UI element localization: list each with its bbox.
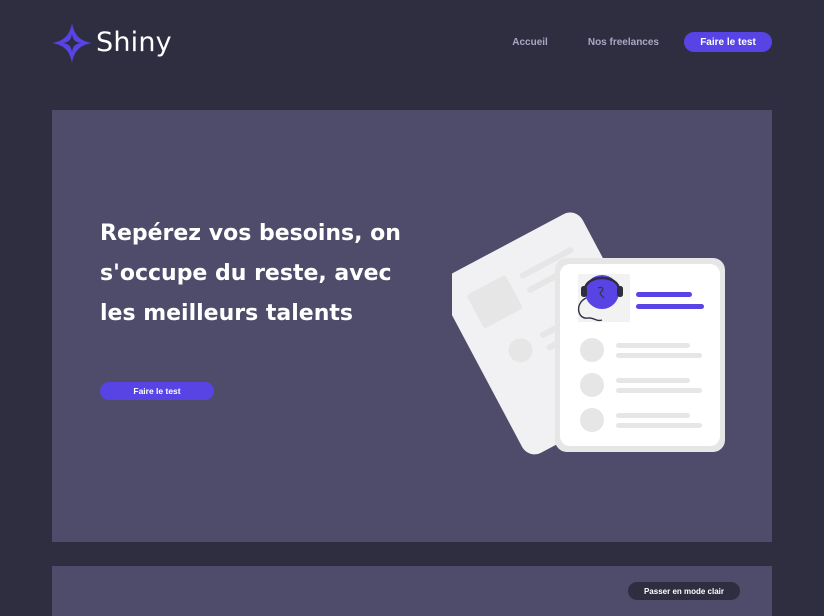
sparkle-logo-icon — [52, 23, 92, 63]
hero-test-button[interactable]: Faire le test — [100, 382, 214, 400]
hero-section: Repérez vos besoins, on s'occupe du rest… — [52, 110, 772, 542]
nav-link-freelances[interactable]: Nos freelances — [588, 37, 659, 48]
top-header: Shiny Accueil Nos freelances Faire le te… — [0, 0, 824, 85]
brand-logo[interactable]: Shiny — [52, 22, 172, 64]
theme-toggle-button[interactable]: Passer en mode clair — [628, 582, 740, 600]
brand-name: Shiny — [96, 26, 172, 58]
profile-cards-illustration — [452, 212, 725, 455]
nav-test-button[interactable]: Faire le test — [684, 32, 772, 52]
hero-title: Repérez vos besoins, on s'occupe du rest… — [100, 221, 401, 326]
nav-link-home[interactable]: Accueil — [512, 37, 548, 48]
main-nav: Accueil Nos freelances Faire le test — [512, 32, 772, 52]
footer-section: Passer en mode clair — [52, 566, 772, 616]
